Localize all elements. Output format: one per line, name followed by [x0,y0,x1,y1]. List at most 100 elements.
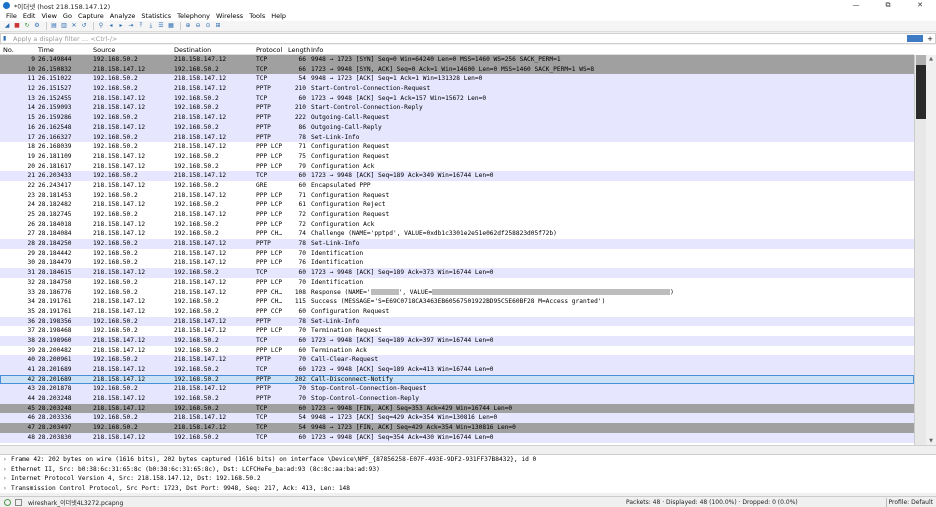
detail-tree-item[interactable]: › Internet Protocol Version 4, Src: 218.1… [0,474,936,484]
packet-row[interactable]: 19 26.181109 218.158.147.12 192.168.50.2 PPP… [0,151,914,162]
restart-capture-icon[interactable]: ↻ [23,22,31,30]
first-packet-icon[interactable]: ⤒ [137,22,145,30]
menu-help[interactable]: Help [271,12,286,20]
start-capture-icon[interactable]: ◢ [3,22,11,30]
go-to-packet-icon[interactable]: ⇥ [127,22,135,30]
packet-row[interactable]: 44 28.203248 218.158.147.12 192.168.50.2 PPT… [0,394,914,404]
packet-row[interactable]: 38 28.198960 218.158.147.12 192.168.50.2 TCP… [0,335,914,346]
menu-view[interactable]: View [41,12,56,20]
packet-row[interactable]: 35 28.191761 218.158.147.12 192.168.50.2 PPP… [0,306,914,317]
detail-tree-item[interactable]: › Frame 42: 202 bytes on wire (1616 bits)… [0,455,936,465]
packet-row[interactable]: 33 28.186776 192.168.50.2 218.158.147.12 PPP… [0,287,914,298]
packet-row[interactable]: 18 26.168039 192.168.50.2 218.158.147.12 PPP… [0,142,914,152]
packet-row[interactable]: 29 28.184442 192.168.50.2 218.158.147.12 PPP… [0,248,914,259]
packet-row[interactable]: 21 26.203433 192.168.50.2 218.158.147.12 TCP… [0,171,914,181]
autoscroll-icon[interactable]: ☰ [157,22,165,30]
scroll-down-icon[interactable]: ▼ [927,437,935,445]
vertical-scrollbar[interactable]: ▲ ▼ [926,55,936,445]
save-file-icon[interactable]: ▥ [60,22,68,30]
close-file-icon[interactable]: ✕ [70,22,78,30]
expand-chevron-icon[interactable]: › [3,484,11,494]
last-packet-icon[interactable]: ⤓ [147,22,155,30]
packet-row[interactable]: 9 26.149844 192.168.50.2 218.158.147.12 TCP 6… [0,55,914,65]
packet-row[interactable]: 40 28.200961 192.168.50.2 218.158.147.12 PPT… [0,355,914,365]
packet-row[interactable]: 47 28.203497 192.168.50.2 218.158.147.12 TCP… [0,423,914,433]
detail-tree-item[interactable]: › Ethernet II, Src: b0:38:6c:31:65:8c (b0… [0,465,936,475]
scroll-up-icon[interactable]: ▲ [927,55,935,63]
zoom-reset-icon[interactable]: ⊙ [204,22,212,30]
packet-row[interactable]: 11 26.151022 192.168.50.2 218.158.147.12 TCP… [0,74,914,85]
packet-row[interactable]: 30 28.184479 192.168.50.2 218.158.147.12 PPP… [0,258,914,269]
menu-go[interactable]: Go [63,12,72,20]
packet-row[interactable]: 41 28.201689 218.158.147.12 192.168.50.2 TCP… [0,365,914,375]
packet-row[interactable]: 26 28.184018 218.158.147.12 192.168.50.2 PPP… [0,219,914,230]
apply-filter-button[interactable] [907,35,923,42]
zoom-in-icon[interactable]: ⊕ [184,22,192,30]
packet-row[interactable]: 16 26.162548 218.158.147.12 192.168.50.2 PPT… [0,122,914,133]
menu-file[interactable]: File [6,12,17,20]
resize-columns-icon[interactable]: ⊞ [214,22,222,30]
packet-row[interactable]: 48 28.203830 218.158.147.12 192.168.50.2 TCP… [0,432,914,443]
packet-row[interactable]: 39 28.200482 218.158.147.12 192.168.50.2 PPP… [0,345,914,356]
packet-row[interactable]: 17 26.166327 192.168.50.2 218.158.147.12 PPT… [0,132,914,143]
display-filter-bar[interactable]: ▮ Apply a display filter … <Ctrl-/> + [0,33,936,44]
packet-row[interactable]: 25 28.182745 192.168.50.2 218.158.147.12 PPP… [0,210,914,220]
go-forward-icon[interactable]: ▸ [117,22,125,30]
menu-tools[interactable]: Tools [249,12,265,20]
expand-chevron-icon[interactable]: › [3,465,11,475]
packet-row[interactable]: 43 28.201878 192.168.50.2 218.158.147.12 PPT… [0,384,914,395]
go-back-icon[interactable]: ◂ [107,22,115,30]
column-header-length[interactable]: Length [288,46,310,54]
close-button[interactable]: ✕ [904,0,936,11]
menu-wireless[interactable]: Wireless [216,12,243,20]
colorize-icon[interactable]: ▦ [167,22,175,30]
packet-row[interactable]: 45 28.203248 218.158.147.12 192.168.50.2 TCP… [0,403,914,414]
menu-edit[interactable]: Edit [23,12,36,20]
open-file-icon[interactable]: ▤ [50,22,58,30]
packet-row[interactable]: 20 26.181617 218.158.147.12 192.168.50.2 PPP… [0,161,914,172]
column-header-no[interactable]: No. [3,46,14,54]
column-header-destination[interactable]: Destination [174,46,211,54]
packet-row[interactable]: 36 28.198356 192.168.50.2 218.158.147.12 PPT… [0,316,914,327]
filter-bookmark-icon[interactable]: ▮ [3,35,11,43]
display-filter-input[interactable]: Apply a display filter … <Ctrl-/> [13,35,907,43]
packet-row[interactable]: 22 26.243417 218.158.147.12 192.168.50.2 GRE… [0,180,914,191]
packet-row[interactable]: 10 26.150832 218.158.147.12 192.168.50.2 TCP… [0,64,914,75]
stop-capture-icon[interactable]: ■ [13,22,21,30]
packet-row[interactable]: 12 26.151527 192.168.50.2 218.158.147.12 PPT… [0,84,914,94]
packet-row[interactable]: 32 28.184750 192.168.50.2 218.158.147.12 PPP… [0,277,914,288]
menu-analyze[interactable]: Analyze [110,12,136,20]
packet-row[interactable]: 37 28.198468 192.168.50.2 218.158.147.12 PPP… [0,326,914,336]
capture-options-icon[interactable]: ⚙ [33,22,41,30]
column-header-protocol[interactable]: Protocol [256,46,282,54]
detail-tree-item[interactable]: › Transmission Control Protocol, Src Port… [0,484,936,494]
minimize-button[interactable]: — [840,0,872,11]
profile-selector[interactable]: Profile: Default [888,499,933,506]
maximize-button[interactable]: ⧉ [872,0,904,11]
packet-minimap[interactable] [914,55,926,445]
packet-row[interactable]: 24 28.182482 218.158.147.12 192.168.50.2 PPP… [0,200,914,210]
packet-row[interactable]: 14 26.159093 218.158.147.12 192.168.50.2 PPT… [0,103,914,114]
packet-row[interactable]: 34 28.191761 218.158.147.12 192.168.50.2 PPP… [0,297,914,307]
expert-info-icon[interactable] [15,498,22,506]
column-header-time[interactable]: Time [38,46,54,54]
column-header-source[interactable]: Source [93,46,115,54]
packet-row[interactable]: 13 26.152455 218.158.147.12 192.168.50.2 TCP… [0,93,914,104]
packet-row[interactable]: 31 28.184615 218.158.147.12 192.168.50.2 TCP… [0,268,914,278]
packet-row[interactable]: 46 28.203336 192.168.50.2 218.158.147.12 TCP… [0,413,914,424]
packet-row[interactable]: 27 28.184084 218.158.147.12 192.168.50.2 PPP… [0,229,914,240]
ready-status-icon[interactable] [4,498,11,506]
packet-row[interactable]: 23 28.181453 192.168.50.2 218.158.147.12 PPP… [0,190,914,201]
menu-statistics[interactable]: Statistics [141,12,171,20]
menu-capture[interactable]: Capture [78,12,104,20]
packet-row[interactable]: 42 28.201689 218.158.147.12 192.168.50.2 PPT… [0,374,914,385]
expand-chevron-icon[interactable]: › [3,455,11,465]
pane-splitter[interactable] [0,445,936,454]
reload-file-icon[interactable]: ↺ [80,22,88,30]
add-filter-button[interactable]: + [925,35,935,43]
find-packet-icon[interactable]: ⚲ [97,22,105,30]
column-header-info[interactable]: Info [311,46,323,54]
menu-telephony[interactable]: Telephony [177,12,210,20]
packet-row[interactable]: 28 28.184250 192.168.50.2 218.158.147.12 PPT… [0,239,914,249]
packet-row[interactable]: 15 26.159286 192.168.50.2 218.158.147.12 PPT… [0,113,914,123]
